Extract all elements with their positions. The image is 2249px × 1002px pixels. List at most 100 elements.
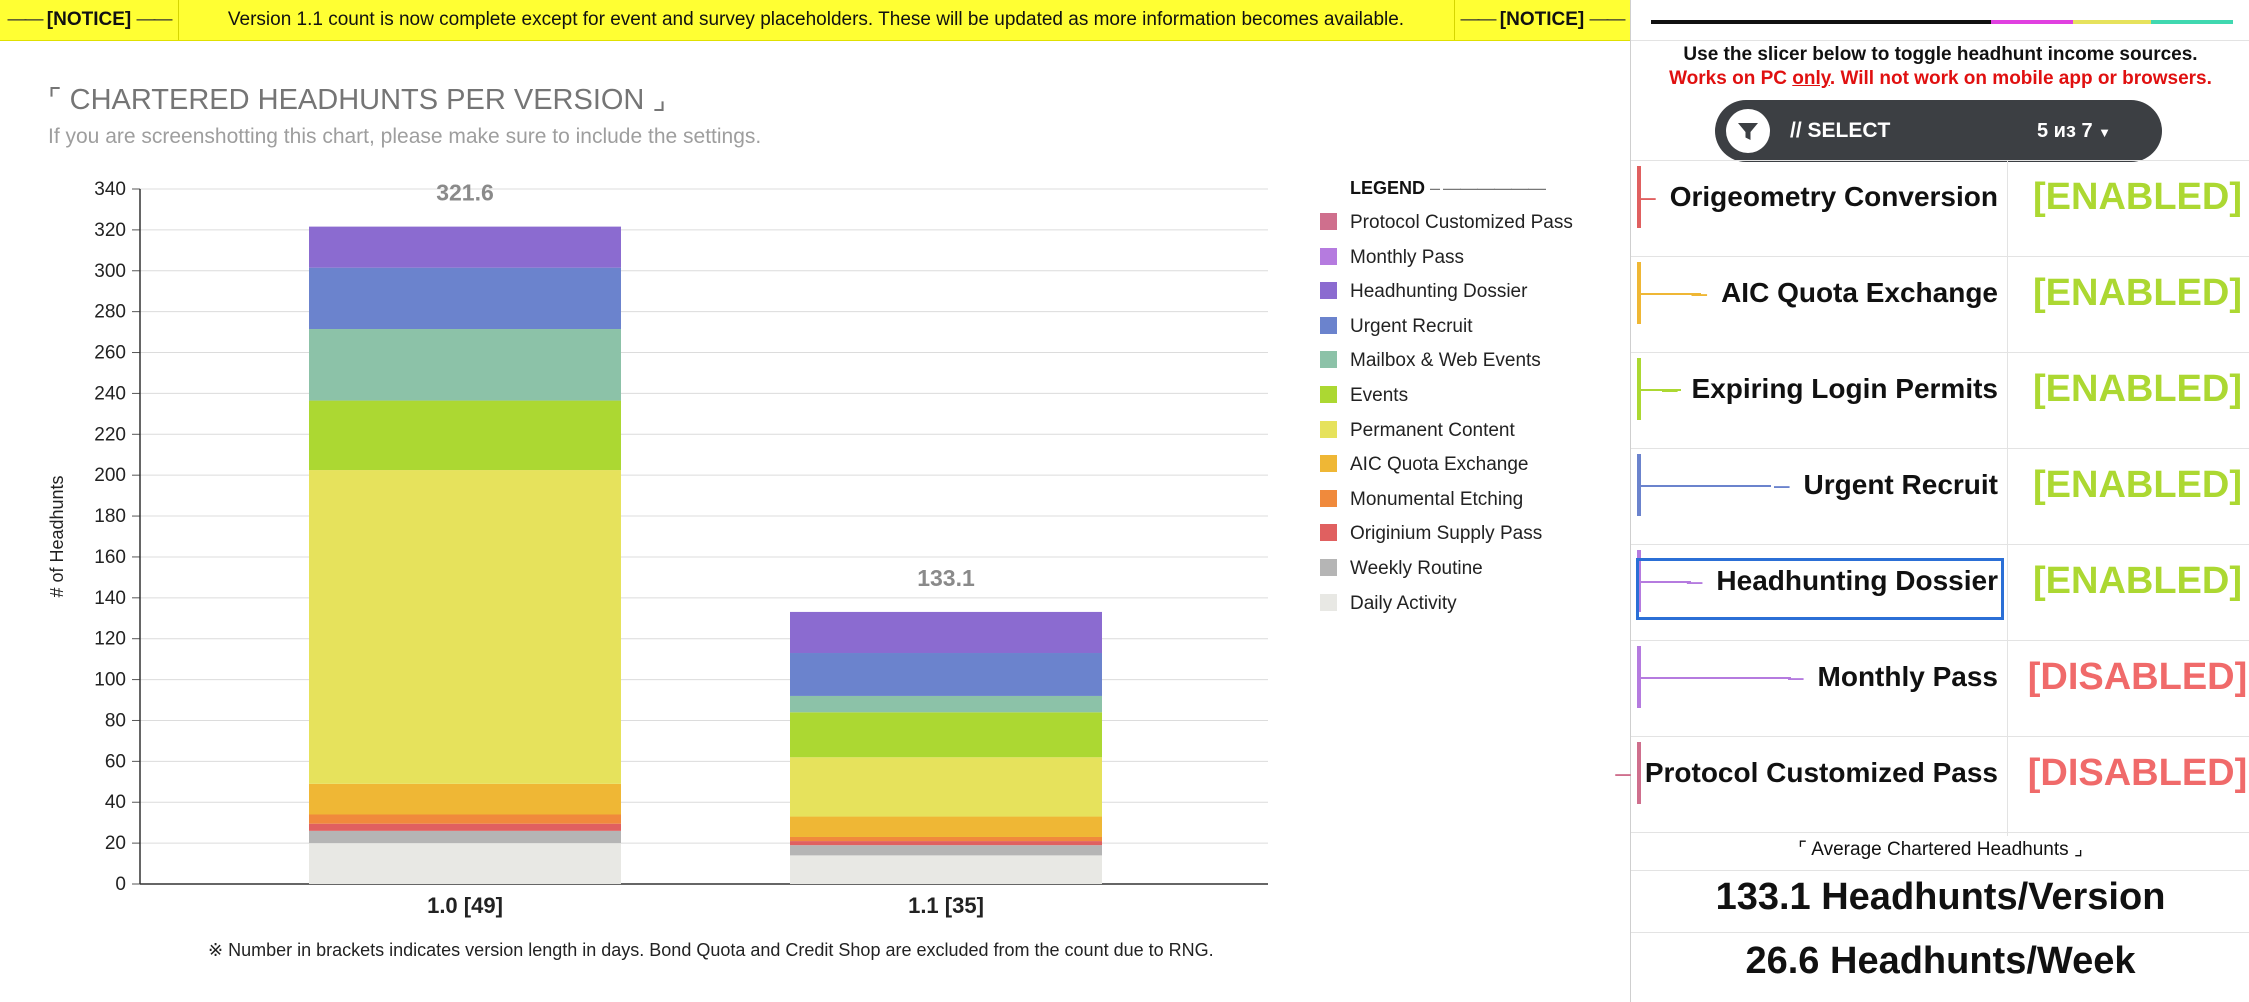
y-tick-label: 120 <box>94 629 126 650</box>
source-dash: – <box>1640 181 1656 212</box>
source-color-line <box>1641 677 1791 679</box>
slicer-label: // SELECT <box>1790 119 1891 142</box>
y-tick-label: 220 <box>94 424 126 445</box>
panel-gridline <box>1631 448 2249 449</box>
source-name: – Monthly Pass <box>1788 654 1998 700</box>
income-source-row[interactable]: – Expiring Login Permits [ENABLED] <box>1631 352 2249 448</box>
legend-item: Protocol Customized Pass <box>1320 210 1573 245</box>
source-name-text: AIC Quota Exchange <box>1721 277 1998 308</box>
y-tick-label: 240 <box>94 383 126 404</box>
panel-gridline <box>1631 256 2249 257</box>
legend-item: Originium Supply Pass <box>1320 521 1573 556</box>
y-tick-label: 280 <box>94 302 126 323</box>
source-dash: – <box>1661 373 1678 404</box>
bar-segment <box>790 855 1102 884</box>
bar-segment <box>309 783 621 815</box>
average-per-week: 26.6 Headhunts/Week <box>1745 940 2136 982</box>
legend-swatch <box>1320 247 1337 265</box>
legend-title: LEGEND – —————— <box>1350 178 1546 199</box>
slicer-panel: Use the slicer below to toggle headhunt … <box>1615 0 2249 1002</box>
panel-gridline <box>1631 932 2249 933</box>
legend-label: AIC Quota Exchange <box>1350 454 1529 476</box>
y-tick-label: 200 <box>94 465 126 486</box>
caret-down-icon: ▼ <box>2098 125 2112 140</box>
bar-segment <box>790 757 1102 817</box>
source-dash: – <box>1787 661 1804 692</box>
legend-item: Headhunting Dossier <box>1320 279 1573 314</box>
source-name: – AIC Quota Exchange <box>1691 270 1998 316</box>
source-status: [ENABLED] <box>2033 560 2242 602</box>
income-source-row[interactable]: – Origeometry Conversion [ENABLED] <box>1631 160 2249 256</box>
panel-gridline <box>1631 544 2249 545</box>
legend-item: Permanent Content <box>1320 418 1573 453</box>
legend-label: Weekly Routine <box>1350 557 1483 579</box>
color-strip-segment <box>2151 20 2233 24</box>
source-name: – Expiring Login Permits <box>1662 366 1998 412</box>
legend-swatch <box>1320 282 1337 300</box>
legend-title-text: LEGEND <box>1350 178 1426 198</box>
legend-label: Originium Supply Pass <box>1350 523 1543 545</box>
x-tick-label: 1.0 [49] <box>427 893 503 918</box>
color-strip-segment <box>1991 20 2073 24</box>
legend-swatch <box>1320 489 1337 507</box>
legend-item: Weekly Routine <box>1320 556 1573 591</box>
legend-swatch <box>1320 455 1337 473</box>
avg-bracket-close: ⌟ <box>2073 839 2083 860</box>
legend-label: Permanent Content <box>1350 419 1515 441</box>
income-source-row[interactable]: – AIC Quota Exchange [ENABLED] <box>1631 256 2249 352</box>
y-tick-label: 60 <box>105 751 126 772</box>
legend-swatch <box>1320 385 1337 403</box>
legend-label: Monthly Pass <box>1350 246 1465 268</box>
legend-item: Events <box>1320 383 1573 418</box>
legend-item: Mailbox & Web Events <box>1320 348 1573 383</box>
y-tick-label: 140 <box>94 588 126 609</box>
bar-segment <box>790 653 1102 696</box>
slicer-instruction: Use the slicer below to toggle headhunt … <box>1683 44 2198 65</box>
color-strip-segment <box>1651 20 1991 24</box>
bar-total-label: 133.1 <box>917 565 975 591</box>
legend-item: Monthly Pass <box>1320 245 1573 280</box>
bar-segment <box>790 845 1102 856</box>
bar-segment <box>309 843 621 884</box>
warning-text: Works on PC <box>1669 68 1793 89</box>
legend-swatch <box>1320 593 1337 611</box>
x-tick-label: 1.1 [35] <box>908 893 984 918</box>
income-source-row[interactable]: – Protocol Customized Pass [DISABLED] <box>1615 736 2249 832</box>
legend-swatch <box>1320 212 1337 230</box>
legend-label: Daily Activity <box>1350 592 1457 614</box>
income-source-row[interactable]: – Monthly Pass [DISABLED] <box>1631 640 2249 736</box>
average-per-version: 133.1 Headhunts/Version <box>1715 876 2166 918</box>
legend-title-dash: – —————— <box>1430 178 1546 198</box>
slicer-select-button[interactable]: // SELECT 5 из 7 ▼ <box>1715 100 2162 162</box>
bar-segment <box>309 823 621 831</box>
source-status: [DISABLED] <box>2027 656 2248 698</box>
y-tick-label: 160 <box>94 547 126 568</box>
chart-legend: Protocol Customized Pass Monthly Pass Head… <box>1320 210 1573 625</box>
legend-item: Daily Activity <box>1320 591 1573 626</box>
bar-segment <box>309 470 621 784</box>
y-tick-label: 20 <box>105 833 126 854</box>
panel-gridline <box>1631 870 2249 871</box>
legend-label: Monumental Etching <box>1350 488 1524 510</box>
y-tick-label: 260 <box>94 343 126 364</box>
y-tick-label: 100 <box>94 670 126 691</box>
legend-item: Urgent Recruit <box>1320 314 1573 349</box>
panel-gridline <box>1631 640 2249 641</box>
bar-segment <box>309 329 621 401</box>
income-source-row[interactable]: – Urgent Recruit [ENABLED] <box>1631 448 2249 544</box>
source-status: [DISABLED] <box>2027 752 2248 794</box>
panel-gridline <box>1631 352 2249 353</box>
color-strip-segment <box>2073 20 2151 24</box>
bar-segment <box>309 267 621 330</box>
y-tick-label: 340 <box>94 179 126 200</box>
bar-segment <box>309 814 621 824</box>
slicer-warning: Works on PC only. Will not work on mobil… <box>1631 68 2249 90</box>
source-status: [ENABLED] <box>2033 368 2242 410</box>
source-name-text: Origeometry Conversion <box>1669 181 1998 212</box>
bar-segment <box>309 830 621 844</box>
bar-segment <box>790 712 1102 758</box>
bar-segment <box>309 226 621 268</box>
warning-text: . Will not work on mobile app or browser… <box>1829 68 2212 89</box>
panel-gridline <box>1631 832 2249 833</box>
income-source-row[interactable]: – Headhunting Dossier [ENABLED] <box>1631 544 2249 640</box>
